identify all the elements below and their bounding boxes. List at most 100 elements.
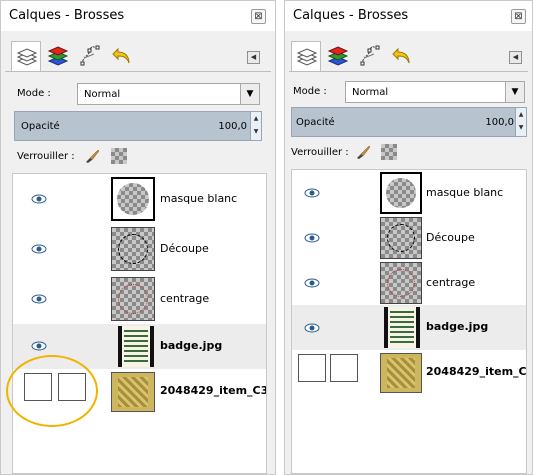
eye-toggle-box[interactable] <box>298 354 326 382</box>
tab-paths[interactable] <box>355 41 385 71</box>
layer-name: 2048429_item_C3 <box>160 384 267 397</box>
dock-title: Calques - Brosses <box>293 8 409 23</box>
layers-dock-left: Calques - Brosses ⊠ ◀ Mode: Normal ▼ Op… <box>0 0 276 475</box>
layer-name: badge.jpg <box>160 339 223 352</box>
tab-undo-history[interactable] <box>107 41 137 71</box>
layer-row[interactable]: masque blanc <box>292 170 526 215</box>
opacity-slider[interactable]: Opacité 100,0 ▲ ▼ <box>14 111 262 141</box>
layers-list: masque blanc Découpe centrage badge.jpg … <box>291 169 527 474</box>
layers-tab-icon <box>296 48 318 66</box>
lock-pixels-brush-icon[interactable] <box>84 148 100 164</box>
spin-down-icon[interactable]: ▼ <box>516 121 526 134</box>
layer-name: Découpe <box>160 242 209 255</box>
layer-row-active[interactable]: badge.jpg <box>292 305 526 350</box>
mask-circle-shape <box>117 183 149 215</box>
undo-history-tab-icon <box>112 47 130 64</box>
eye-icon[interactable] <box>31 194 47 204</box>
dock-titlebar: Calques - Brosses ⊠ <box>285 1 532 31</box>
tab-layers[interactable] <box>291 41 321 71</box>
tab-paths[interactable] <box>75 41 105 71</box>
channels-tab-icon <box>47 46 69 66</box>
tab-menu-button[interactable]: ◀ <box>509 51 522 64</box>
mask-circle-shape <box>386 178 416 208</box>
layer-name: centrage <box>160 292 210 305</box>
layer-name: Découpe <box>426 231 475 244</box>
layer-thumbnail <box>380 217 422 259</box>
layers-list: masque blanc Découpe centrage badge.jpg … <box>12 173 267 474</box>
eye-icon[interactable] <box>31 244 47 254</box>
dock-title: Calques - Brosses <box>9 8 125 23</box>
eye-icon[interactable] <box>31 341 47 351</box>
close-button[interactable]: ⊠ <box>511 9 526 24</box>
tab-layers[interactable] <box>11 41 41 71</box>
tab-undo-history[interactable] <box>387 41 417 71</box>
layer-thumbnail <box>384 307 420 348</box>
mode-value: Normal <box>84 89 121 100</box>
highlight-circle <box>6 355 98 427</box>
layer-name: masque blanc <box>160 192 238 205</box>
layer-row[interactable]: Découpe <box>13 224 266 274</box>
item-texture <box>118 377 148 407</box>
opacity-value[interactable]: 100,0 <box>218 121 247 132</box>
paths-tab-icon <box>360 45 380 66</box>
layer-name: masque blanc <box>426 186 504 199</box>
mode-select[interactable]: Normal ▼ <box>345 81 525 103</box>
layer-thumbnail <box>118 326 154 367</box>
layer-thumbnail <box>380 353 422 393</box>
opacity-value[interactable]: 100,0 <box>485 117 514 128</box>
spin-up-icon[interactable]: ▲ <box>251 112 261 125</box>
lock-alpha-checker-icon[interactable] <box>111 148 127 164</box>
red-circle-shape <box>387 269 415 297</box>
eye-icon[interactable] <box>31 294 47 304</box>
layer-name: badge.jpg <box>426 320 489 333</box>
badge-texture <box>124 330 148 362</box>
opacity-spinner[interactable]: ▲ ▼ <box>250 112 261 140</box>
layer-thumbnail <box>111 227 155 271</box>
close-button[interactable]: ⊠ <box>251 9 266 24</box>
chain-link-toggle[interactable] <box>330 354 358 382</box>
spin-up-icon[interactable]: ▲ <box>516 108 526 121</box>
paths-tab-icon <box>80 45 100 66</box>
layer-name: centrage <box>426 276 476 289</box>
layer-thumbnail <box>380 262 422 304</box>
layer-name: 2048429_item_C3 <box>426 365 527 378</box>
lock-alpha-checker-icon[interactable] <box>381 144 397 160</box>
chevron-down-icon[interactable]: ▼ <box>505 82 524 102</box>
badge-texture <box>390 311 414 343</box>
tab-channels[interactable] <box>43 41 73 71</box>
eye-icon[interactable] <box>304 323 320 333</box>
layers-tab-icon <box>16 48 38 66</box>
tab-divider <box>289 71 528 72</box>
tab-channels[interactable] <box>323 41 353 71</box>
eye-icon[interactable] <box>304 278 320 288</box>
opacity-label: Opacité <box>296 117 335 128</box>
dashed-circle-shape <box>387 224 415 252</box>
mode-label: Mode : <box>17 88 51 99</box>
opacity-spinner[interactable]: ▲ ▼ <box>515 108 526 136</box>
layer-row[interactable]: 2048429_item_C3 <box>292 350 526 395</box>
opacity-slider[interactable]: Opacité 100,0 ▲ ▼ <box>291 107 527 137</box>
layer-row[interactable]: centrage <box>13 274 266 324</box>
layers-dock-right: Calques - Brosses ⊠ ◀ Mode: Normal ▼ Op… <box>284 0 533 475</box>
layer-row[interactable]: centrage <box>292 260 526 305</box>
eye-icon[interactable] <box>304 233 320 243</box>
lock-label: Verrouiller : <box>291 147 349 158</box>
tab-divider <box>5 71 271 72</box>
chevron-down-icon[interactable]: ▼ <box>240 84 259 104</box>
lock-pixels-brush-icon[interactable] <box>355 144 371 160</box>
eye-icon[interactable] <box>304 188 320 198</box>
dock-titlebar: Calques - Brosses ⊠ <box>1 1 275 31</box>
layer-row[interactable]: masque blanc <box>13 174 266 224</box>
item-texture <box>387 358 415 388</box>
spin-down-icon[interactable]: ▼ <box>251 125 261 138</box>
mode-label: Mode : <box>293 86 327 97</box>
layer-thumbnail <box>111 177 155 221</box>
tab-menu-button[interactable]: ◀ <box>247 51 260 64</box>
dashed-circle-shape <box>118 234 148 264</box>
opacity-label: Opacité <box>21 121 60 132</box>
layer-row[interactable]: Découpe <box>292 215 526 260</box>
layer-thumbnail <box>111 372 155 412</box>
undo-history-tab-icon <box>392 47 410 64</box>
channels-tab-icon <box>327 46 349 66</box>
mode-select[interactable]: Normal ▼ <box>77 83 260 105</box>
